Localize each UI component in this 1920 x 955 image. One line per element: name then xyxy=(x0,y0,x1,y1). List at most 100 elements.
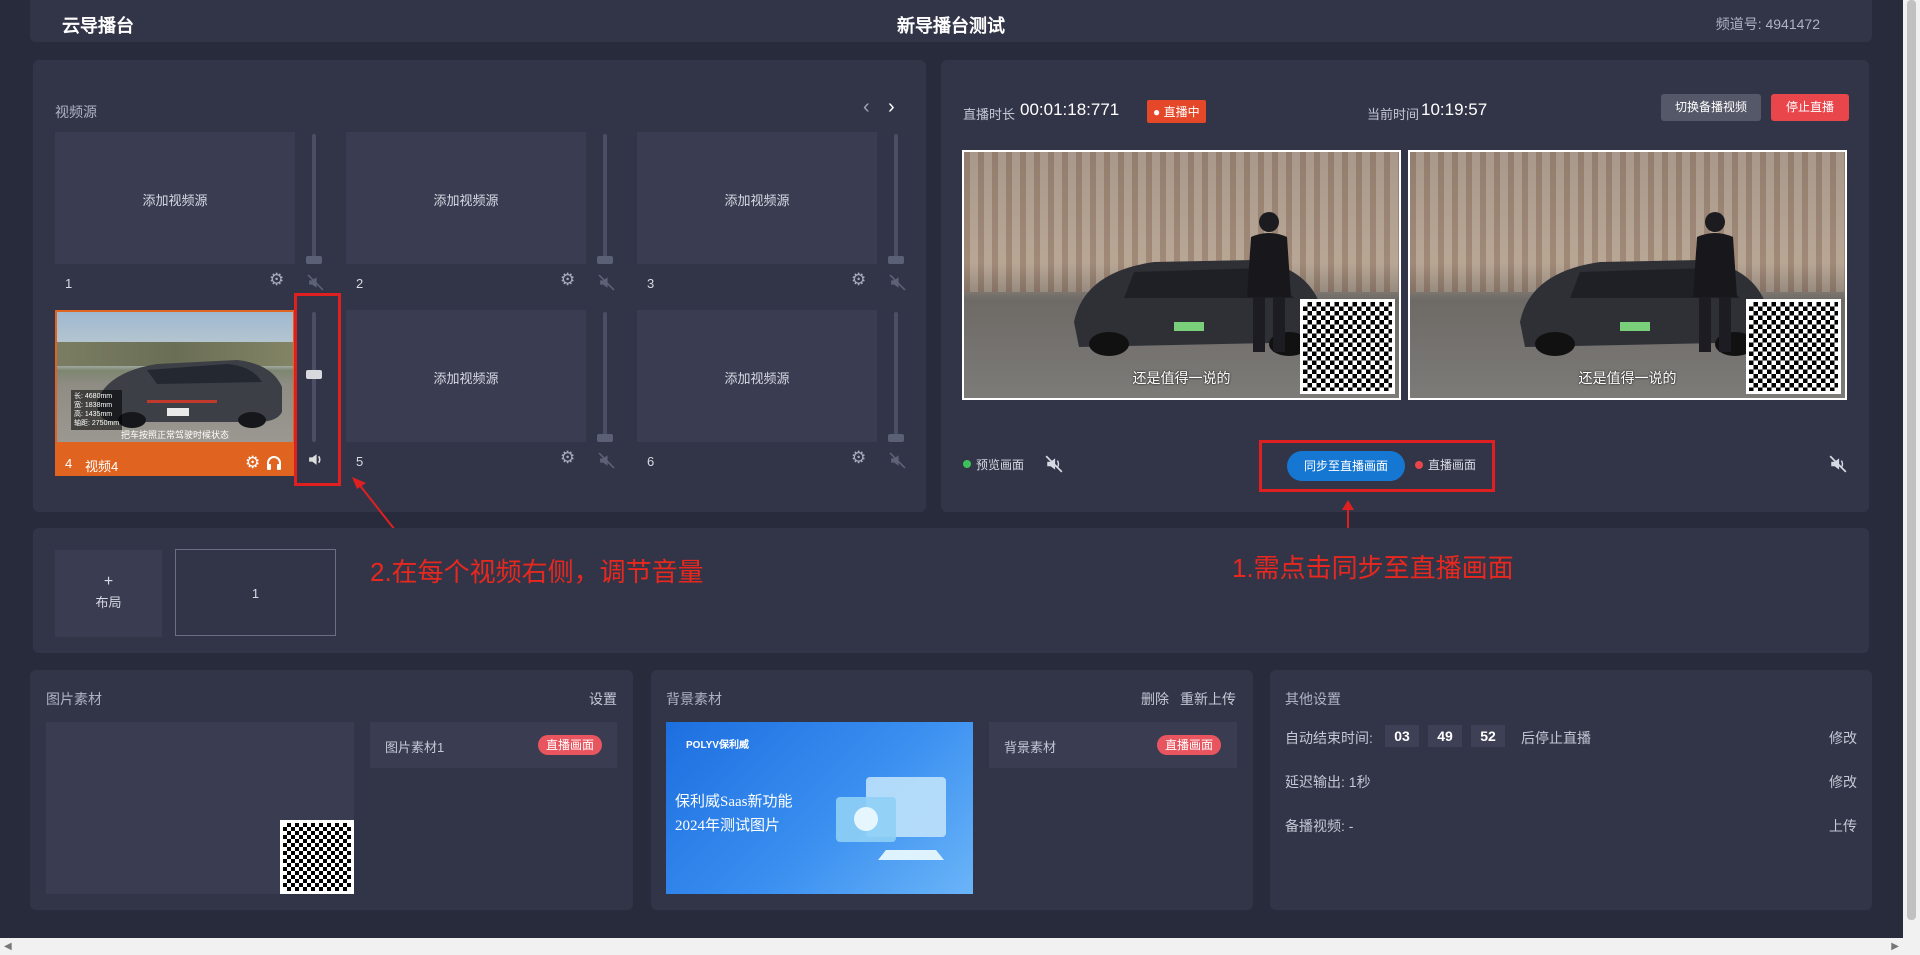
muted-speaker-icon[interactable] xyxy=(889,274,906,291)
muted-speaker-icon[interactable] xyxy=(598,452,615,469)
volume-slider-2[interactable] xyxy=(597,134,613,264)
layout-item[interactable]: 1 xyxy=(175,549,336,636)
preview-status-dot xyxy=(963,460,971,468)
auto-end-minutes[interactable]: 49 xyxy=(1428,725,1462,747)
add-source-label: 添加视频源 xyxy=(724,193,790,208)
slot-number: 5 xyxy=(356,454,364,469)
person-image xyxy=(1693,212,1737,352)
next-page-icon[interactable]: › xyxy=(888,96,895,119)
live-video: 还是值得一说的 xyxy=(1408,150,1847,400)
headphone-icon[interactable] xyxy=(266,455,282,471)
gear-icon[interactable]: ⚙ xyxy=(851,271,866,288)
image-material-title: 图片素材 xyxy=(46,691,102,707)
slot-number: 2 xyxy=(356,276,364,291)
edit-auto-end-link[interactable]: 修改 xyxy=(1829,728,1857,748)
stop-live-button[interactable]: 停止直播 xyxy=(1771,94,1849,121)
live-status-badge: ● 直播中 xyxy=(1147,100,1206,123)
volume-highlight-box xyxy=(294,293,341,486)
vertical-scrollbar[interactable] xyxy=(1903,0,1920,955)
source-slot-5[interactable]: 添加视频源 xyxy=(346,310,586,442)
upload-backup-link[interactable]: 上传 xyxy=(1829,816,1857,836)
volume-slider-3[interactable] xyxy=(888,134,904,264)
volume-knob[interactable] xyxy=(888,256,904,264)
image-material-preview xyxy=(46,722,354,894)
volume-annotation-text: 2.在每个视频右侧，调节音量 xyxy=(370,557,704,587)
muted-speaker-icon[interactable] xyxy=(307,274,324,291)
current-time: 10:19:57 xyxy=(1421,100,1488,119)
source-slot-6[interactable]: 添加视频源 xyxy=(637,310,877,442)
gear-icon[interactable]: ⚙ xyxy=(269,271,284,288)
add-layout-plus-icon: + xyxy=(103,573,114,590)
live-subtitle: 还是值得一说的 xyxy=(1578,370,1677,386)
add-source-label: 添加视频源 xyxy=(433,193,499,208)
slot-number: 3 xyxy=(647,276,655,291)
delete-background-link[interactable]: 删除 xyxy=(1141,689,1169,709)
background-material-name: 背景素材 xyxy=(1004,740,1057,755)
scroll-right-icon[interactable]: ▶ xyxy=(1891,941,1899,952)
video-source-title: 视频源 xyxy=(55,104,97,120)
muted-speaker-icon[interactable] xyxy=(598,274,615,291)
other-settings-panel: 其他设置 自动结束时间: 03 49 52 后停止直播 修改 延迟输出: 1秒 … xyxy=(1270,670,1872,910)
image-material-item[interactable]: 图片素材1 直播画面 xyxy=(370,722,617,768)
add-layout-label: 布局 xyxy=(95,595,122,610)
current-time-label: 当前时间 xyxy=(1367,107,1420,122)
gear-icon[interactable]: ⚙ xyxy=(851,449,866,466)
volume-slider-6[interactable] xyxy=(888,312,904,442)
background-text-line1: 保利威Saas新功能 xyxy=(675,794,793,810)
thumbnail-caption: 把车按照正常驾驶时候状态 xyxy=(120,430,229,440)
volume-annotation-arrow xyxy=(352,477,396,531)
source-name: 视频4 xyxy=(85,459,119,474)
image-settings-link[interactable]: 设置 xyxy=(589,689,617,709)
volume-knob[interactable] xyxy=(597,256,613,264)
top-bar: 云导播台 新导播台测试 频道号: 4941472 xyxy=(30,0,1872,42)
add-source-label: 添加视频源 xyxy=(724,371,790,386)
sync-annotation-arrow xyxy=(1342,500,1354,528)
switch-backup-button[interactable]: 切换备播视频 xyxy=(1661,94,1761,121)
image-live-tag: 直播画面 xyxy=(538,735,602,755)
image-qr-code xyxy=(280,820,354,894)
slot-number: 1 xyxy=(65,276,73,291)
gear-icon[interactable]: ⚙ xyxy=(245,453,260,473)
reupload-background-link[interactable]: 重新上传 xyxy=(1180,689,1236,709)
volume-knob[interactable] xyxy=(306,256,322,264)
gear-icon[interactable]: ⚙ xyxy=(560,271,575,288)
auto-end-hours[interactable]: 03 xyxy=(1385,725,1419,747)
slot-number: 6 xyxy=(647,454,655,469)
auto-end-label: 自动结束时间: xyxy=(1285,730,1373,746)
volume-knob[interactable] xyxy=(597,434,613,442)
edit-delay-link[interactable]: 修改 xyxy=(1829,772,1857,792)
volume-slider-5[interactable] xyxy=(597,312,613,442)
video-source-panel: 视频源 ‹ › 添加视频源 1 ⚙ 添加视频源 2 ⚙ 添加视频源 3 ⚙ 长:… xyxy=(33,60,926,512)
source-slot-1[interactable]: 添加视频源 xyxy=(55,132,295,264)
car-spec-overlay: 长: 4680mm 宽: 1838mm 高: 1435mm 轴距: 2750mm xyxy=(71,390,123,430)
auto-end-suffix: 后停止直播 xyxy=(1521,730,1591,746)
preview-mute-icon[interactable] xyxy=(1045,455,1063,473)
sync-highlight-box xyxy=(1259,440,1495,492)
source-slot-2[interactable]: 添加视频源 xyxy=(346,132,586,264)
scroll-left-icon[interactable]: ◀ xyxy=(4,941,12,952)
polyv-brand: POLYV保利威 xyxy=(686,740,749,751)
prev-page-icon[interactable]: ‹ xyxy=(863,96,870,119)
backup-video-label: 备播视频: - xyxy=(1285,818,1354,834)
source-slot-4[interactable]: 长: 4680mm 宽: 1838mm 高: 1435mm 轴距: 2750mm… xyxy=(55,310,295,476)
volume-knob[interactable] xyxy=(888,434,904,442)
background-illustration xyxy=(836,777,946,860)
preview-label: 预览画面 xyxy=(976,458,1025,472)
gear-icon[interactable]: ⚙ xyxy=(560,449,575,466)
preview-subtitle: 还是值得一说的 xyxy=(1132,370,1231,386)
duration-label: 直播时长 xyxy=(963,107,1016,122)
live-mute-icon[interactable] xyxy=(1829,455,1847,473)
background-live-tag: 直播画面 xyxy=(1157,735,1221,755)
horizontal-scrollbar[interactable]: ◀ ▶ xyxy=(0,938,1903,955)
other-settings-title: 其他设置 xyxy=(1285,691,1341,707)
scrollbar-thumb[interactable] xyxy=(1907,0,1916,920)
image-material-panel: 图片素材 设置 图片素材1 直播画面 xyxy=(30,670,633,910)
delay-output-label: 延迟输出: 1秒 xyxy=(1285,774,1371,790)
background-material-panel: 背景素材 删除 重新上传 POLYV保利威 保利威Saas新功能 2024年测试… xyxy=(651,670,1253,910)
source-slot-3[interactable]: 添加视频源 xyxy=(637,132,877,264)
volume-slider-1[interactable] xyxy=(306,134,322,264)
add-layout-button[interactable]: + 布局 xyxy=(55,550,162,637)
background-material-item[interactable]: 背景素材 直播画面 xyxy=(989,722,1237,768)
auto-end-seconds[interactable]: 52 xyxy=(1471,725,1505,747)
muted-speaker-icon[interactable] xyxy=(889,452,906,469)
